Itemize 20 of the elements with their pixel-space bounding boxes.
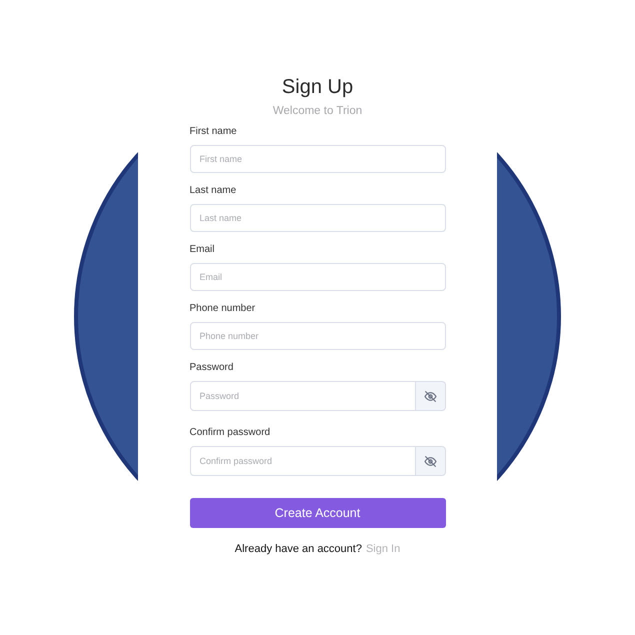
password-field[interactable]: Confirm password — [190, 446, 416, 476]
field-label: Confirm password — [190, 427, 272, 439]
eye-off-icon — [424, 390, 436, 402]
account-prompt: Already have an account? — [234, 543, 362, 555]
field-label: Last name — [190, 185, 238, 197]
field-label: First name — [190, 126, 238, 138]
eye-off-icon — [424, 454, 436, 468]
password-field[interactable]: Password — [190, 381, 416, 411]
input-field[interactable]: Phone number — [190, 322, 446, 350]
input-field[interactable]: Email — [190, 263, 446, 291]
field-label: Password — [190, 362, 234, 374]
input-field[interactable]: First name — [190, 145, 446, 173]
field-label: Email — [190, 244, 216, 256]
input-field[interactable]: Last name — [190, 204, 446, 232]
toggle-visibility-button[interactable] — [416, 381, 446, 411]
toggle-visibility-button[interactable] — [416, 446, 446, 476]
page-title: Sign Up — [282, 75, 354, 99]
field-label: Phone number — [190, 303, 256, 315]
subtitle: Welcome to Trion — [272, 104, 362, 118]
create-account-button[interactable]: Create Account — [190, 498, 446, 528]
